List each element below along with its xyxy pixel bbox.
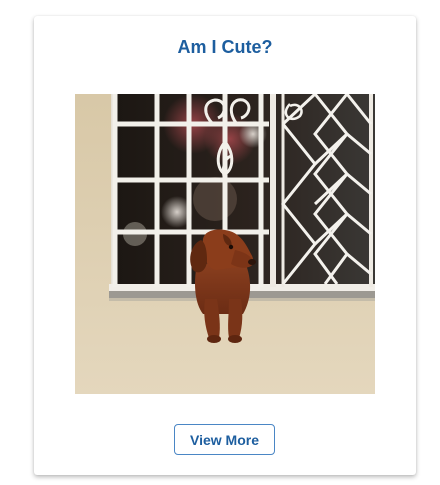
view-more-button[interactable]: View More bbox=[174, 424, 275, 455]
card: Am I Cute? View More bbox=[34, 16, 416, 475]
card-title: Am I Cute? bbox=[177, 37, 273, 57]
dog-photo bbox=[75, 94, 375, 394]
